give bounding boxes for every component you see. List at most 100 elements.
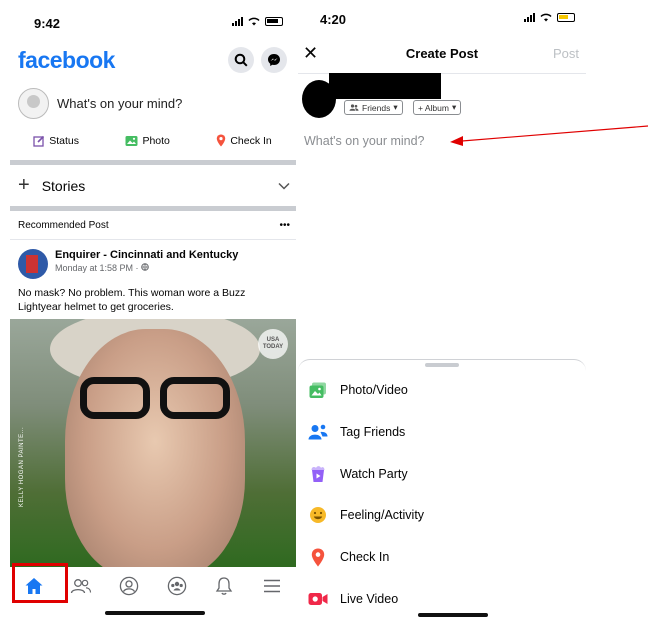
- status-label: Status: [49, 134, 79, 147]
- album-label: + Album: [418, 102, 449, 113]
- home-indicator: [418, 613, 488, 617]
- caret-down-icon: ▾: [451, 102, 457, 112]
- composer[interactable]: What's on your mind?: [18, 88, 182, 119]
- post-time-text: Monday at 1:58 PM ·: [55, 263, 142, 273]
- option-label: Photo/Video: [340, 383, 408, 397]
- create-post-header: ✕ Create Post Post: [298, 38, 586, 74]
- messenger-button[interactable]: [261, 47, 287, 73]
- tab-notifications[interactable]: [209, 571, 239, 601]
- caret-down-icon: ▾: [393, 102, 398, 112]
- messenger-icon: [268, 54, 280, 66]
- section-divider: [10, 160, 296, 165]
- menu-icon: [264, 579, 281, 593]
- status-bar: 4:20: [298, 0, 586, 40]
- globe-icon: [141, 263, 149, 271]
- tab-menu[interactable]: [257, 571, 287, 601]
- usa-today-badge: USA TODAY: [258, 329, 288, 359]
- home-tab-highlight: [12, 563, 68, 603]
- profile-icon: [119, 576, 139, 596]
- status-time: 4:20: [320, 12, 347, 27]
- post-photo[interactable]: USA TODAY KELLY HOGAN PAINTE...: [10, 319, 296, 567]
- smiley-icon: [308, 505, 328, 525]
- option-label: Feeling/Activity: [340, 508, 425, 522]
- option-label: Check In: [340, 550, 390, 564]
- photo-glasses-left: [80, 377, 150, 419]
- photo-credit: KELLY HOGAN PAINTE...: [19, 426, 25, 507]
- post-text: No mask? No problem. This woman wore a B…: [18, 287, 246, 313]
- section-divider: [10, 206, 296, 211]
- battery-icon: [265, 17, 283, 26]
- more-options-icon[interactable]: •••: [279, 220, 290, 231]
- location-pin-icon: [217, 134, 226, 147]
- signal-icon: [232, 17, 243, 26]
- status-icons: [232, 17, 283, 26]
- chevron-down-icon[interactable]: [278, 179, 290, 193]
- search-button[interactable]: [228, 47, 254, 73]
- battery-icon: [557, 13, 575, 22]
- photo-face: [65, 329, 245, 567]
- recommended-label: Recommended Post: [18, 220, 109, 231]
- option-tag-friends[interactable]: Tag Friends: [308, 422, 405, 442]
- home-indicator: [105, 611, 205, 615]
- friends-icon: [71, 579, 92, 594]
- location-pin-icon: [308, 547, 328, 567]
- audience-selector[interactable]: Friends ▾: [344, 100, 403, 115]
- redacted-avatar: [302, 80, 336, 118]
- check-in-button[interactable]: Check In: [216, 134, 272, 147]
- wifi-icon: [540, 13, 552, 22]
- status-button[interactable]: Status: [33, 134, 79, 147]
- option-live-video[interactable]: Live Video: [308, 589, 398, 609]
- redacted-name: [329, 73, 441, 99]
- post-timestamp: Monday at 1:58 PM ·: [55, 263, 238, 273]
- audience-label: Friends: [362, 102, 391, 113]
- option-label: Watch Party: [340, 467, 408, 481]
- composer-placeholder[interactable]: What's on your mind?: [57, 96, 182, 111]
- album-selector[interactable]: + Album ▾: [413, 100, 462, 115]
- live-video-icon: [308, 589, 328, 609]
- option-label: Tag Friends: [340, 425, 406, 439]
- facebook-feed-screen: 9:42 facebook What's on your mind? Statu…: [0, 0, 298, 617]
- photo-label: Photo: [142, 134, 170, 147]
- tab-groups[interactable]: [162, 571, 192, 601]
- tag-friends-icon: [308, 422, 328, 442]
- recommended-header: Recommended Post •••: [18, 220, 290, 231]
- page-avatar[interactable]: [18, 249, 48, 279]
- edit-icon: [33, 135, 45, 147]
- status-time: 9:42: [34, 16, 61, 31]
- facebook-logo[interactable]: facebook: [18, 47, 115, 74]
- photo-glasses-right: [160, 377, 230, 419]
- groups-icon: [167, 576, 187, 596]
- photo-icon: [125, 135, 138, 146]
- status-icons: [524, 13, 575, 22]
- signal-icon: [524, 13, 535, 22]
- photo-button[interactable]: Photo: [125, 134, 170, 147]
- wifi-icon: [248, 17, 260, 26]
- page-name[interactable]: Enquirer - Cincinnati and Kentucky: [55, 249, 238, 261]
- option-watch-party[interactable]: Watch Party: [308, 464, 408, 484]
- option-check-in[interactable]: Check In: [308, 547, 389, 567]
- plus-icon: +: [18, 174, 30, 196]
- post-header: Enquirer - Cincinnati and Kentucky Monda…: [18, 249, 238, 279]
- avatar[interactable]: [18, 88, 49, 119]
- post-text-input[interactable]: What's on your mind?: [304, 134, 425, 148]
- composer-actions: Status Photo Check In: [10, 134, 295, 147]
- stories-row[interactable]: + Stories: [18, 174, 290, 197]
- annotation-arrow: [450, 125, 648, 146]
- bell-icon: [216, 577, 233, 595]
- search-icon: [234, 53, 248, 67]
- page-title: Create Post: [405, 46, 479, 61]
- option-label: Live Video: [340, 592, 399, 606]
- photo-icon: [308, 380, 328, 400]
- post-button[interactable]: Post: [553, 46, 579, 61]
- watch-party-icon: [308, 464, 328, 484]
- stories-label: Stories: [41, 177, 86, 194]
- create-post-screen: 4:20 ✕ Create Post Post Friends ▾ + Albu…: [298, 0, 586, 617]
- status-bar: 9:42: [0, 0, 298, 40]
- tab-profile[interactable]: [114, 571, 144, 601]
- friends-icon: [349, 104, 359, 111]
- option-feeling-activity[interactable]: Feeling/Activity: [308, 505, 424, 525]
- tab-friends[interactable]: [66, 571, 96, 601]
- sheet-grab-handle[interactable]: [425, 363, 459, 367]
- check-in-label: Check In: [230, 134, 272, 147]
- option-photo-video[interactable]: Photo/Video: [308, 380, 408, 400]
